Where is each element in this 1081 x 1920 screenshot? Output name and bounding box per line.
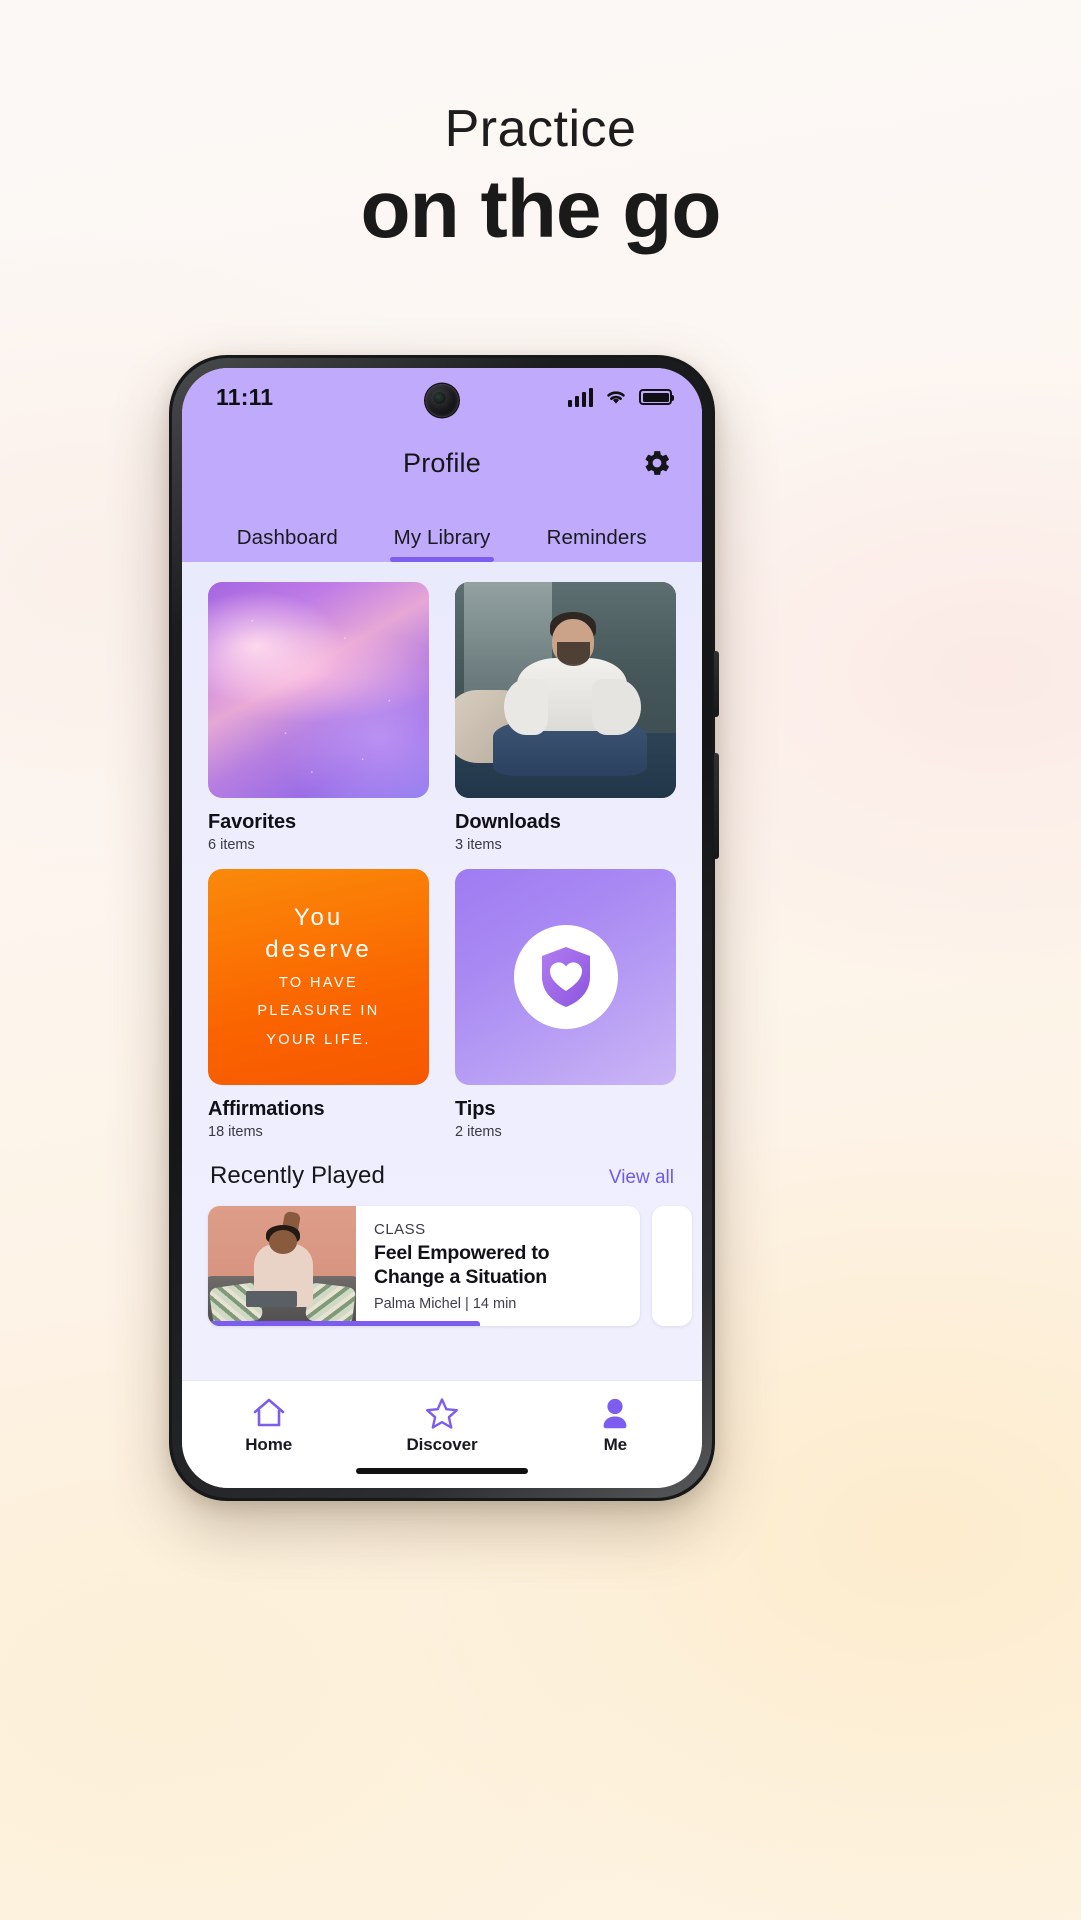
favorites-thumbnail[interactable] <box>208 582 429 798</box>
nav-label: Discover <box>406 1435 478 1454</box>
shield-badge-art <box>455 869 676 1085</box>
nav-item-discover[interactable]: Discover <box>355 1395 528 1455</box>
class-thumbnail <box>208 1206 356 1326</box>
affirmation-line-3: TO HAVE <box>278 974 359 991</box>
aurora-gradient-art <box>208 582 429 798</box>
person-icon <box>529 1395 702 1431</box>
phone-mockup: 11:11 Profile Dashboard My Library Remin… <box>169 355 719 1501</box>
recently-played-list: CLASS Feel Empowered to Change a Situati… <box>208 1206 692 1326</box>
recently-played-next-item[interactable] <box>652 1206 692 1326</box>
class-title-line-1: Feel Empowered to <box>374 1242 550 1264</box>
app-bar: Profile <box>182 426 702 500</box>
nav-label: Me <box>603 1435 628 1454</box>
tab-reminders[interactable]: Reminders <box>519 526 674 562</box>
home-icon <box>182 1395 355 1431</box>
app-header-area: 11:11 Profile Dashboard My Library Remin… <box>182 368 702 562</box>
class-meta: Palma Michel | 14 min <box>374 1295 517 1312</box>
promo-headline: Practice on the go <box>0 100 1081 256</box>
library-card-affirmations[interactable]: You deserve TO HAVE PLEASURE IN YOUR LIF… <box>208 869 429 1140</box>
card-title: Favorites <box>208 811 297 833</box>
home-indicator[interactable] <box>356 1468 528 1474</box>
status-clock: 11:11 <box>216 383 274 410</box>
meditating-man-photo-art <box>455 582 676 798</box>
power-button[interactable] <box>714 753 719 859</box>
library-card-tips[interactable]: Tips 2 items <box>455 869 676 1140</box>
card-count: 3 items <box>455 837 502 853</box>
phone-screen: 11:11 Profile Dashboard My Library Remin… <box>182 368 702 1488</box>
tab-dashboard[interactable]: Dashboard <box>210 526 365 562</box>
card-count: 18 items <box>208 1124 263 1140</box>
affirmations-thumbnail[interactable]: You deserve TO HAVE PLEASURE IN YOUR LIF… <box>208 869 429 1085</box>
tab-my-library[interactable]: My Library <box>365 526 520 562</box>
gear-icon[interactable] <box>642 448 672 478</box>
view-all-link[interactable]: View all <box>609 1167 674 1189</box>
card-count: 6 items <box>208 837 255 853</box>
affirmation-line-5: YOUR LIFE. <box>266 1032 371 1049</box>
status-icons <box>567 387 674 407</box>
affirmation-line-1: You <box>293 904 344 932</box>
downloads-thumbnail[interactable] <box>455 582 676 798</box>
tab-bar: Dashboard My Library Reminders <box>182 500 702 562</box>
library-card-downloads[interactable]: Downloads 3 items <box>455 582 676 853</box>
promo-line-2: on the go <box>360 163 722 255</box>
wifi-icon <box>607 391 625 404</box>
tips-thumbnail[interactable] <box>455 869 676 1085</box>
class-progress-bar <box>208 1321 481 1326</box>
shield-circle <box>513 925 618 1029</box>
class-title-line-2: Change a Situation <box>374 1265 547 1288</box>
front-camera-punchhole-icon <box>425 384 459 417</box>
volume-button[interactable] <box>714 651 719 717</box>
affirmation-line-4: PLEASURE IN <box>257 1003 380 1020</box>
promo-line-1: Practice <box>444 100 637 158</box>
page-title: Profile <box>403 447 481 478</box>
shield-heart-icon <box>541 947 590 1007</box>
library-grid: Favorites 6 items Downloads 3 items You … <box>208 582 676 1140</box>
card-title: Tips <box>455 1098 496 1120</box>
nav-item-home[interactable]: Home <box>182 1395 355 1455</box>
card-title: Downloads <box>455 811 561 833</box>
nav-label: Home <box>245 1435 293 1454</box>
class-kicker: CLASS <box>374 1221 426 1238</box>
recently-played-header: Recently Played View all <box>208 1162 676 1190</box>
signal-bars-icon <box>567 387 593 407</box>
class-text-block: CLASS Feel Empowered to Change a Situati… <box>356 1206 640 1326</box>
recently-played-item[interactable]: CLASS Feel Empowered to Change a Situati… <box>208 1206 640 1326</box>
card-title: Affirmations <box>208 1098 325 1120</box>
class-title: Feel Empowered to Change a Situation <box>374 1242 624 1290</box>
library-content: Favorites 6 items Downloads 3 items You … <box>182 562 702 1380</box>
recently-played-title: Recently Played <box>210 1162 385 1189</box>
card-count: 2 items <box>455 1124 502 1140</box>
orange-quote-art: You deserve TO HAVE PLEASURE IN YOUR LIF… <box>208 869 429 1085</box>
nav-item-me[interactable]: Me <box>529 1395 702 1455</box>
battery-icon <box>639 389 674 405</box>
star-icon <box>355 1395 528 1431</box>
bottom-navigation: Home Discover Me <box>182 1380 702 1488</box>
affirmation-line-2: deserve <box>265 935 372 963</box>
library-card-favorites[interactable]: Favorites 6 items <box>208 582 429 853</box>
